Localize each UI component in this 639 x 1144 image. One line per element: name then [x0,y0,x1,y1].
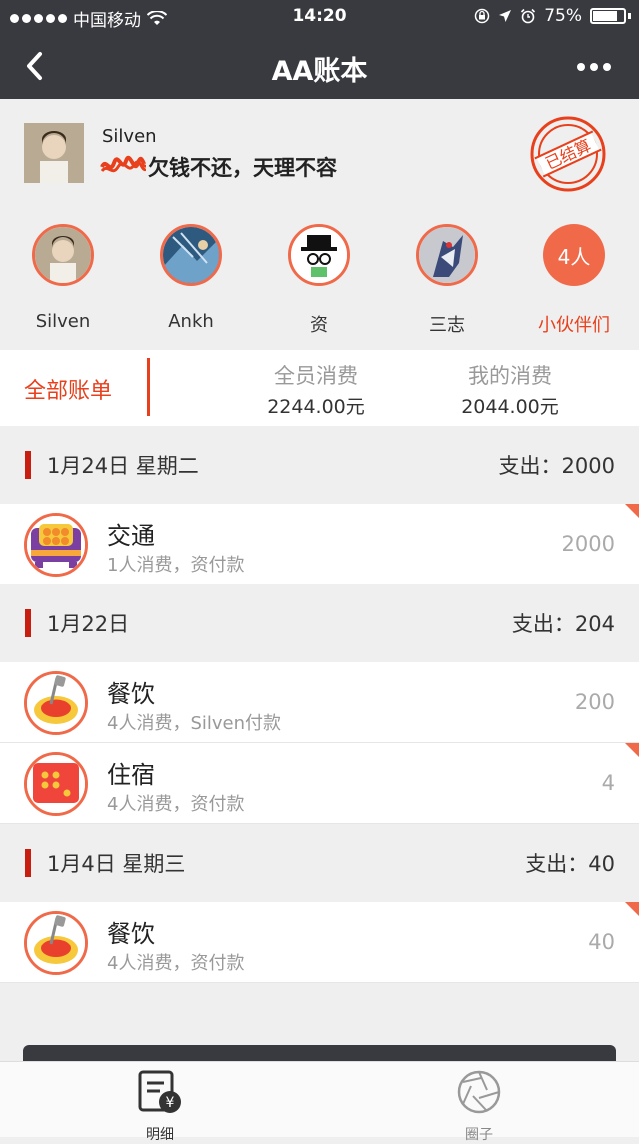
settled-stamp: 已结算 [530,116,606,192]
bill-description: 4人消费，资付款 [107,953,245,974]
more-dots-icon[interactable] [577,63,611,71]
bill-item[interactable]: 住宿 4人消费，资付款 4 [0,743,639,824]
member-item[interactable]: Ankh [136,224,246,332]
member-avatar [160,224,222,286]
unsettled-corner-flag [625,902,639,916]
tab-bar: ¥ 明细 圈子 [0,1061,639,1143]
summary-bar: 全部账单 全员消费 2244.00元 我的消费 2044.00元 [0,350,639,426]
day-total: 支出：2000 [498,454,615,478]
my-spend-value: 2044.00元 [461,396,559,418]
tab-label: 圈子 [465,1127,493,1143]
food-icon [24,671,88,735]
bill-amount: 2000 [561,532,615,556]
all-bills-tab[interactable]: 全部账单 [24,373,112,405]
owner-avatar[interactable] [24,123,84,183]
bill-description: 4人消费，资付款 [107,794,245,815]
aperture-icon [457,1070,501,1114]
bill-amount: 200 [574,690,615,714]
rotation-lock-icon [474,8,490,24]
member-avatar [32,224,94,286]
member-item[interactable]: Silven [8,224,118,332]
hotel-icon [24,752,88,816]
bill-item[interactable]: 交通 1人消费，资付款 2000 [0,504,639,585]
alarm-icon [521,8,536,24]
bill-amount: 40 [588,930,615,954]
bill-category: 交通 [107,522,155,550]
members-more-label: 小伙伴们 [538,315,610,336]
food-icon [24,911,88,975]
stamp-text: 已结算 [542,136,594,174]
bill-item[interactable]: 餐饮 4人消费，Silven付款 200 [0,662,639,743]
owner-name: Silven [102,126,157,147]
day-header: 1月22日 支出：204 [0,584,639,662]
day-header: 1月24日 星期二 支出：2000 [0,426,639,504]
bill-category: 餐饮 [107,920,155,948]
book-motto: 欠钱不还，天理不容 [148,156,337,180]
day-total: 支出：204 [511,612,615,636]
member-avatar [288,224,350,286]
day-header: 1月4日 星期三 支出：40 [0,824,639,902]
bill-item[interactable]: 餐饮 4人消费，资付款 40 [0,902,639,983]
bill-amount: 4 [601,771,615,795]
status-bar: 中国移动 14:20 75% [0,0,639,34]
member-name: Silven [35,311,91,332]
location-icon [499,10,512,22]
member-item[interactable]: 资 [264,224,374,337]
summary-divider [147,358,150,416]
total-spend-value: 2244.00元 [267,396,365,418]
member-item[interactable]: 三志 [392,224,502,337]
member-avatar [416,224,478,286]
day-marker [25,451,31,479]
bus-icon [24,513,88,577]
unsettled-corner-flag [625,504,639,518]
tab-label: 明细 [146,1127,174,1143]
total-spend: 全员消费 2244.00元 [216,360,416,419]
tab-circle[interactable]: 圈子 [419,1068,539,1144]
day-date: 1月4日 星期三 [47,852,186,876]
battery-cap [628,13,631,19]
member-list: Silven Ankh 资 三志 4人 小伙伴们 [0,204,639,350]
bill-yen-icon: ¥ [138,1070,181,1113]
day-date: 1月22日 [47,612,130,636]
day-date: 1月24日 星期二 [47,454,199,478]
my-spend-label: 我的消费 [468,364,552,388]
svg-text:¥: ¥ [166,1095,175,1111]
bill-category: 住宿 [107,761,155,789]
battery-icon [590,8,626,24]
bill-description: 1人消费，资付款 [107,555,245,576]
bill-description: 4人消费，Silven付款 [107,713,282,734]
day-marker [25,849,31,877]
battery-percent: 75% [544,6,582,26]
nav-bar: AA账本 [0,34,639,99]
unsettled-corner-flag [625,743,639,757]
page-title: AA账本 [271,56,368,87]
member-name: 资 [310,315,328,336]
member-count-badge: 4人 [543,224,605,286]
bill-category: 餐饮 [107,680,155,708]
day-marker [25,609,31,637]
member-name: 三志 [429,315,465,336]
total-spend-label: 全员消费 [274,364,358,388]
member-name: Ankh [168,311,214,332]
my-spend: 我的消费 2044.00元 [410,360,610,419]
tab-details[interactable]: ¥ 明细 [100,1068,220,1144]
status-right: 75% [474,6,631,26]
members-more-button[interactable]: 4人 小伙伴们 [519,224,629,337]
day-total: 支出：40 [525,852,615,876]
